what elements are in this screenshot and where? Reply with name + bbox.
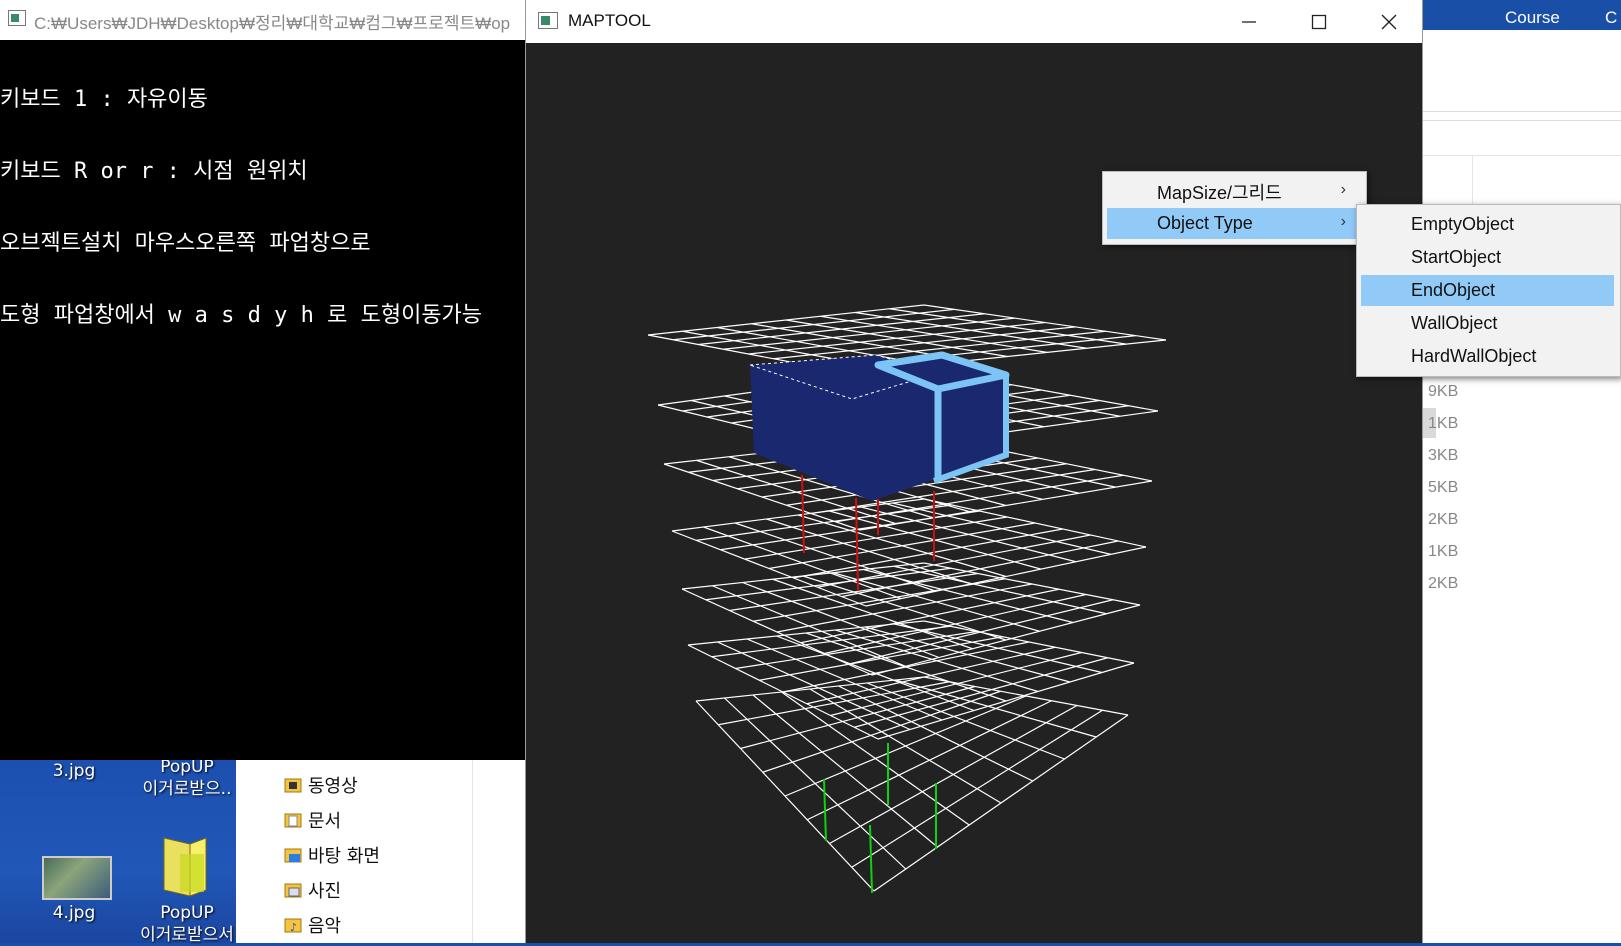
grid-line (860, 506, 1077, 563)
grid-layer (671, 498, 1147, 607)
video-folder-icon (284, 776, 302, 794)
menu-item-label: HardWallObject (1411, 346, 1537, 366)
maptool-window[interactable]: MAPTOOL (525, 0, 1423, 943)
submenu-item-startobject[interactable]: StartObject (1361, 242, 1614, 273)
explorer-tab-course[interactable]: Course (1505, 8, 1560, 28)
close-icon (1381, 14, 1397, 29)
close-button[interactable] (1354, 0, 1424, 43)
nav-item-label: 바탕 화면 (308, 846, 380, 867)
maptool-titlebar[interactable]: MAPTOOL (526, 0, 1422, 43)
menu-item-label: MapSize/그리드 (1157, 182, 1282, 203)
grid-layer (695, 676, 1129, 892)
chevron-right-icon: › (1340, 213, 1346, 230)
desktop-icon-label[interactable]: PopUP 이거로받으서 (127, 902, 247, 946)
music-folder-icon: ♪ (284, 916, 302, 934)
grid-layer (681, 562, 1141, 676)
grid-line (820, 315, 1048, 353)
file-size: 1KB (1428, 415, 1459, 432)
grid-line (806, 646, 1056, 705)
maximize-icon (1311, 14, 1327, 29)
green-guide-line (823, 778, 827, 842)
desktop-icon-label[interactable]: 4.jpg (14, 902, 134, 924)
object-type-submenu: EmptyObject StartObject EndObject WallOb… (1356, 204, 1621, 377)
grid-line (806, 700, 1052, 821)
console-app-icon (8, 10, 26, 26)
desktop: 3.jpg PopUP 이거로받으.. 4.jpg PopUP 이거로받으서 (0, 757, 236, 945)
submenu-item-emptyobject[interactable]: EmptyObject (1361, 209, 1614, 240)
grid-line (800, 588, 1060, 644)
chevron-right-icon: › (1340, 181, 1346, 198)
nav-item-music[interactable]: ♪ 음악 (284, 912, 341, 938)
console-line: 키보드 R or r : 시점 원위치 (0, 159, 308, 184)
file-size: 9KB (1428, 383, 1459, 400)
maptool-app-icon (538, 12, 558, 29)
grid-line (877, 662, 1135, 740)
menu-item-label: WallObject (1411, 313, 1498, 333)
selected-object-box[interactable] (749, 351, 1010, 501)
documents-folder-icon (284, 811, 302, 829)
grid-line (894, 623, 1103, 674)
menu-item-label: StartObject (1411, 247, 1502, 267)
desktop-folder-icon (284, 846, 302, 864)
folder-icon[interactable] (160, 834, 210, 902)
console-titlebar[interactable]: C:₩Users₩JDH₩Desktop₩정리₩대학교₩컴그₩프로젝트₩op (0, 0, 526, 40)
grid-line (889, 308, 1127, 345)
grid-line (865, 546, 1147, 607)
green-guide-line (869, 824, 873, 894)
nav-item-label: 음악 (308, 916, 342, 937)
submenu-item-hardwallobject[interactable]: HardWallObject (1361, 341, 1614, 372)
menu-item-object-type[interactable]: Object Type › (1107, 208, 1360, 239)
console-line: 오브젝트설치 마우스오른쪽 파업창으로 (0, 231, 371, 256)
svg-text:♪: ♪ (290, 921, 297, 934)
grid-line (923, 676, 1129, 716)
file-size: 5KB (1428, 479, 1459, 496)
menu-item-label: EndObject (1411, 280, 1496, 300)
console-title: C:₩Users₩JDH₩Desktop₩정리₩대학교₩컴그₩프로젝트₩op (34, 14, 511, 33)
nav-item-label: 문서 (308, 811, 342, 832)
maximize-button[interactable] (1284, 0, 1354, 43)
desktop-icon-label[interactable]: 3.jpg (14, 760, 134, 782)
context-menu: MapSize/그리드 › Object Type › (1102, 171, 1367, 245)
explorer-tab-c[interactable]: C (1605, 8, 1617, 28)
minimize-button[interactable] (1214, 0, 1284, 43)
maptool-title: MAPTOOL (568, 11, 651, 30)
file-size: 3KB (1428, 447, 1459, 464)
nav-item-documents[interactable]: 문서 (284, 807, 341, 833)
console-line: 도형 파업창에서 w a s d y h 로 도형이동가능 (0, 303, 483, 328)
console-output: 키보드 1 : 자유이동 키보드 R or r : 시점 원위치 오브젝트설치 … (0, 40, 526, 376)
menu-item-label: EmptyObject (1411, 214, 1515, 234)
red-guide-line (801, 474, 805, 554)
menu-item-label: Object Type (1157, 213, 1253, 233)
file-size: 1KB (1428, 543, 1459, 560)
console-window[interactable]: C:₩Users₩JDH₩Desktop₩정리₩대학교₩컴그₩프로젝트₩op 키… (0, 0, 526, 760)
grid-line (892, 502, 1112, 555)
file-size: 2KB (1428, 575, 1459, 592)
nav-item-label: 동영상 (308, 776, 358, 797)
nav-item-pictures[interactable]: 사진 (284, 877, 341, 903)
minimize-icon (1242, 20, 1256, 23)
grid-line (854, 311, 1087, 349)
desktop-icon-label[interactable]: PopUP 이거로받으.. (127, 756, 247, 800)
image-icon[interactable] (42, 856, 112, 900)
grid-line (851, 709, 1103, 868)
console-line: 키보드 1 : 자유이동 (0, 87, 208, 112)
menu-item-mapsize-grid[interactable]: MapSize/그리드 › (1107, 176, 1360, 207)
file-size: 2KB (1428, 511, 1459, 528)
grid-line (923, 304, 1167, 341)
submenu-item-wallobject[interactable]: WallObject (1361, 308, 1614, 339)
grid-line (923, 498, 1147, 548)
nav-item-label: 사진 (308, 881, 342, 902)
grid-line (873, 714, 1129, 892)
submenu-item-endobject[interactable]: EndObject (1361, 275, 1614, 306)
nav-item-videos[interactable]: 동영상 (284, 772, 358, 798)
grid-line (893, 565, 1107, 615)
nav-item-desktop[interactable]: 바탕 화면 (284, 842, 380, 868)
pictures-folder-icon (284, 881, 302, 899)
